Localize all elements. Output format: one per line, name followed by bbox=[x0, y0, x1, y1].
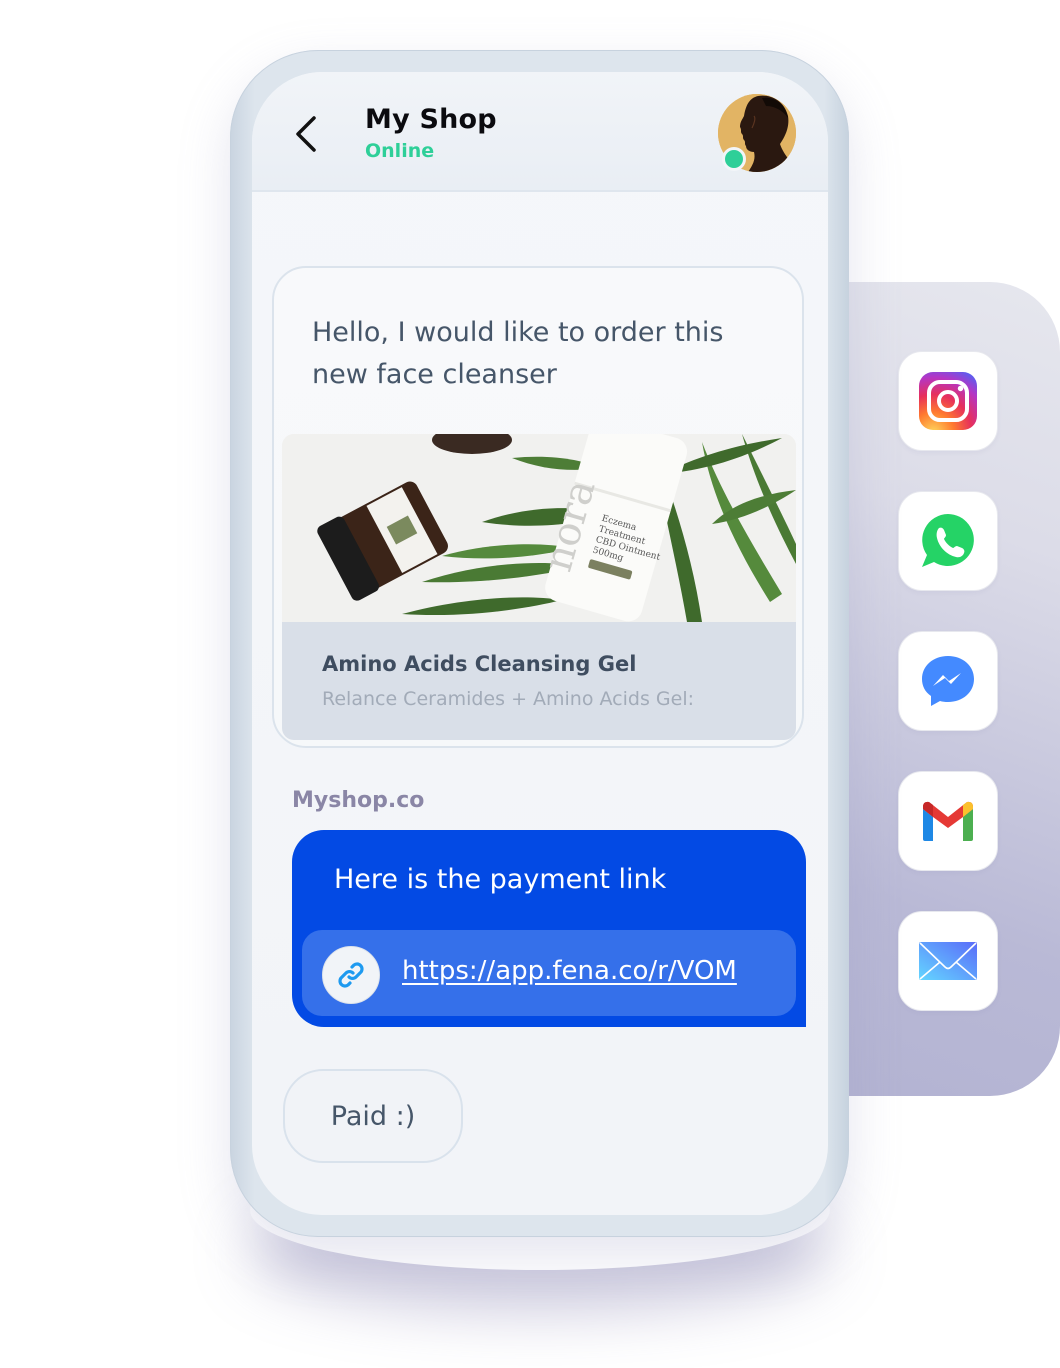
payment-link[interactable]: https://app.fena.co/r/VOM bbox=[402, 956, 737, 986]
whatsapp-icon bbox=[922, 514, 974, 567]
phone-frame: My Shop Online Hello, I would like to or… bbox=[230, 50, 849, 1237]
product-description: Relance Ceramides + Amino Acids Gel: bbox=[322, 688, 694, 710]
customer-reply-text: Paid :) bbox=[330, 1100, 416, 1132]
shop-message-text: Here is the payment link bbox=[334, 864, 667, 895]
product-image[interactable]: nora Eczema Treatment CBD Ointment 500mg bbox=[282, 434, 796, 622]
product-info[interactable]: Amino Acids Cleansing Gel Relance Cerami… bbox=[282, 622, 796, 740]
link-icon-badge bbox=[322, 946, 380, 1004]
online-indicator bbox=[722, 147, 746, 171]
link-icon bbox=[338, 962, 364, 988]
chat-screen: My Shop Online Hello, I would like to or… bbox=[252, 72, 828, 1215]
channel-messenger-button[interactable] bbox=[898, 631, 998, 731]
product-name: Amino Acids Cleansing Gel bbox=[322, 652, 637, 676]
payment-link-box[interactable]: https://app.fena.co/r/VOM bbox=[302, 930, 796, 1016]
channel-gmail-button[interactable] bbox=[898, 771, 998, 871]
instagram-icon bbox=[919, 372, 977, 430]
channel-mail-button[interactable] bbox=[898, 911, 998, 1011]
customer-message: Hello, I would like to order this new fa… bbox=[272, 266, 804, 748]
customer-message-text: Hello, I would like to order this new fa… bbox=[312, 317, 724, 390]
online-status: Online bbox=[365, 140, 435, 162]
channel-instagram-button[interactable] bbox=[898, 351, 998, 451]
customer-reply: Paid :) bbox=[283, 1069, 463, 1163]
back-button[interactable] bbox=[292, 114, 322, 154]
channel-whatsapp-button[interactable] bbox=[898, 491, 998, 591]
mail-icon bbox=[919, 942, 977, 980]
gmail-icon bbox=[923, 801, 973, 841]
shop-message: Here is the payment link https://app.fen… bbox=[292, 830, 806, 1027]
chat-title: My Shop bbox=[365, 104, 497, 135]
chat-header: My Shop Online bbox=[252, 72, 828, 192]
product-photo: nora Eczema Treatment CBD Ointment 500mg bbox=[282, 434, 796, 622]
messenger-icon bbox=[922, 656, 974, 706]
chevron-left-icon bbox=[296, 116, 316, 152]
sender-name: Myshop.co bbox=[292, 788, 425, 813]
